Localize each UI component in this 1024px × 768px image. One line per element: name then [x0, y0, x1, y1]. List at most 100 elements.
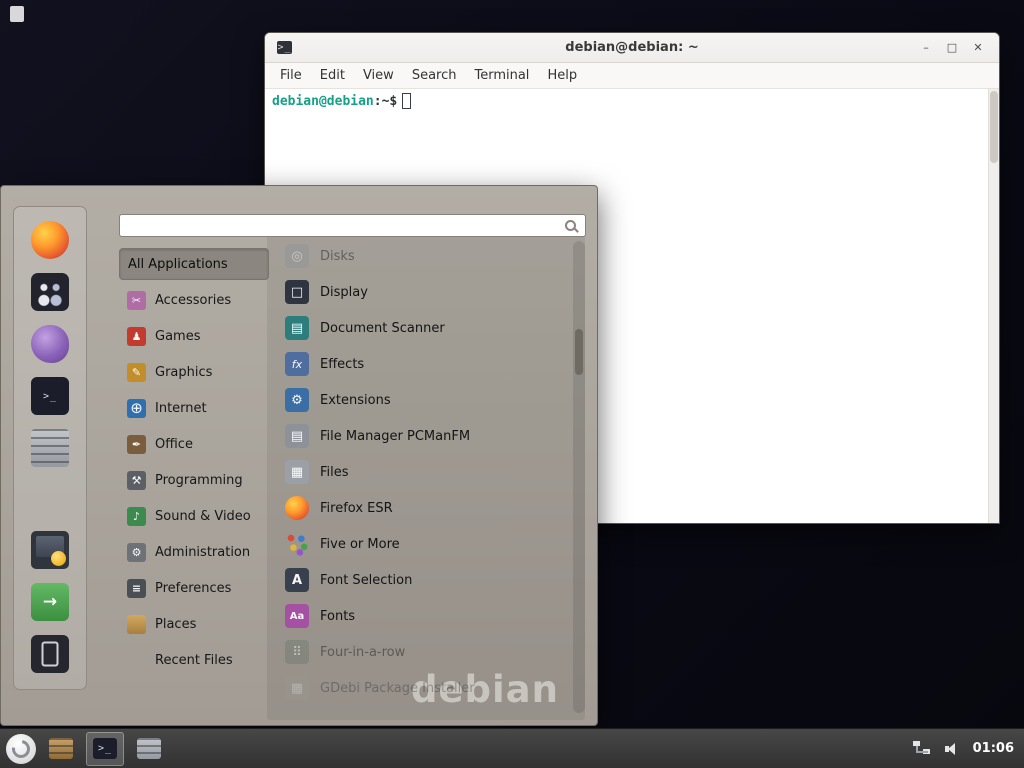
category-accessories[interactable]: Accessories [119, 282, 269, 318]
extensions-icon [285, 388, 309, 412]
user-accounts-icon[interactable] [31, 273, 69, 311]
app-item-files[interactable]: Files [271, 454, 571, 490]
preferences-icon [127, 579, 146, 598]
shutdown-icon[interactable] [31, 635, 69, 673]
applications-scrollbar[interactable] [573, 241, 585, 713]
applications-scrollbar-thumb[interactable] [575, 329, 583, 375]
app-label: Effects [320, 357, 364, 372]
accessories-icon [127, 291, 146, 310]
administration-icon [127, 543, 146, 562]
minimize-button[interactable]: – [913, 38, 939, 58]
office-icon [127, 435, 146, 454]
display-icon [285, 280, 309, 304]
category-administration[interactable]: Administration [119, 534, 269, 570]
app-item-gdebi[interactable]: GDebi Package Installer [271, 670, 571, 706]
favorites-sidebar [13, 206, 87, 690]
clock[interactable]: 01:06 [973, 741, 1014, 756]
close-button[interactable]: ✕ [965, 38, 991, 58]
taskbar-file-manager-button[interactable] [42, 732, 80, 766]
pidgin-icon[interactable] [31, 325, 69, 363]
app-item-disks[interactable]: Disks [271, 238, 571, 274]
menu-help[interactable]: Help [538, 63, 586, 89]
prompt-path: :~$ [374, 94, 397, 109]
categories-list: All Applications Accessories Games Graph… [119, 246, 269, 678]
lock-screen-icon[interactable] [31, 531, 69, 569]
system-tray: 01:06 [913, 741, 1014, 757]
pcmanfm-icon [285, 424, 309, 448]
menu-edit[interactable]: Edit [311, 63, 354, 89]
app-item-display[interactable]: Display [271, 274, 571, 310]
app-item-document-scanner[interactable]: Document Scanner [271, 310, 571, 346]
app-search-input[interactable] [120, 215, 565, 236]
menu-search[interactable]: Search [403, 63, 466, 89]
category-sound-video[interactable]: Sound & Video [119, 498, 269, 534]
category-graphics[interactable]: Graphics [119, 354, 269, 390]
maximize-button[interactable]: □ [939, 38, 965, 58]
programming-icon [127, 471, 146, 490]
category-label: Accessories [155, 293, 231, 308]
files-taskbar-icon [137, 738, 161, 759]
app-label: Extensions [320, 393, 391, 408]
category-office[interactable]: Office [119, 426, 269, 462]
app-search-box [119, 214, 586, 237]
app-item-file-manager-pcmanfm[interactable]: File Manager PCManFM [271, 418, 571, 454]
graphics-icon [127, 363, 146, 382]
app-label: Five or More [320, 537, 400, 552]
disks-icon [285, 244, 309, 268]
app-label: Document Scanner [320, 321, 445, 336]
menu-terminal[interactable]: Terminal [465, 63, 538, 89]
category-label: Places [155, 617, 196, 632]
category-label: All Applications [128, 257, 228, 272]
category-all-applications[interactable]: All Applications [119, 248, 269, 280]
network-icon[interactable] [913, 741, 931, 756]
category-places[interactable]: Places [119, 606, 269, 642]
terminal-icon[interactable] [31, 377, 69, 415]
app-item-firefox-esr[interactable]: Firefox ESR [271, 490, 571, 526]
menu-view[interactable]: View [354, 63, 403, 89]
category-internet[interactable]: Internet [119, 390, 269, 426]
category-label: Sound & Video [155, 509, 251, 524]
taskbar: 01:06 [0, 728, 1024, 768]
desktop-icon[interactable] [10, 6, 24, 22]
app-item-extensions[interactable]: Extensions [271, 382, 571, 418]
taskbar-files-button[interactable] [130, 732, 168, 766]
app-item-effects[interactable]: Effects [271, 346, 571, 382]
category-label: Recent Files [155, 653, 233, 668]
applications-menu-button[interactable] [6, 734, 36, 764]
terminal-menubar: File Edit View Search Terminal Help [265, 63, 999, 89]
applications-menu-popup: debian All Applications Accessories Game… [0, 185, 598, 726]
category-games[interactable]: Games [119, 318, 269, 354]
app-label: File Manager PCManFM [320, 429, 470, 444]
category-preferences[interactable]: Preferences [119, 570, 269, 606]
app-label: Firefox ESR [320, 501, 393, 516]
places-folder-icon [127, 615, 146, 634]
terminal-scrollbar-thumb[interactable] [990, 91, 998, 163]
category-programming[interactable]: Programming [119, 462, 269, 498]
app-label: Display [320, 285, 368, 300]
window-title: debian@debian: ~ [265, 40, 999, 55]
taskbar-terminal-button[interactable] [86, 732, 124, 766]
internet-icon [127, 399, 146, 418]
app-item-five-or-more[interactable]: Five or More [271, 526, 571, 562]
app-item-four-in-a-row[interactable]: Four-in-a-row [271, 634, 571, 670]
volume-icon[interactable] [944, 741, 960, 757]
app-label: Font Selection [320, 573, 412, 588]
terminal-cursor [402, 93, 411, 109]
category-label: Games [155, 329, 200, 344]
terminal-scrollbar[interactable] [988, 89, 999, 523]
terminal-titlebar[interactable]: debian@debian: ~ – □ ✕ [265, 33, 999, 63]
games-icon [127, 327, 146, 346]
app-item-fonts[interactable]: Fonts [271, 598, 571, 634]
file-manager-taskbar-icon [49, 738, 73, 759]
category-recent-files[interactable]: Recent Files [119, 642, 269, 678]
four-in-a-row-icon [285, 640, 309, 664]
firefox-esr-icon [285, 496, 309, 520]
firefox-icon[interactable] [31, 221, 69, 259]
app-item-font-selection[interactable]: Font Selection [271, 562, 571, 598]
menu-file[interactable]: File [271, 63, 311, 89]
document-scanner-icon [285, 316, 309, 340]
prompt-user-host: debian@debian [272, 94, 374, 109]
file-manager-icon[interactable] [31, 429, 69, 467]
app-label: Disks [320, 249, 355, 264]
logout-icon[interactable] [31, 583, 69, 621]
